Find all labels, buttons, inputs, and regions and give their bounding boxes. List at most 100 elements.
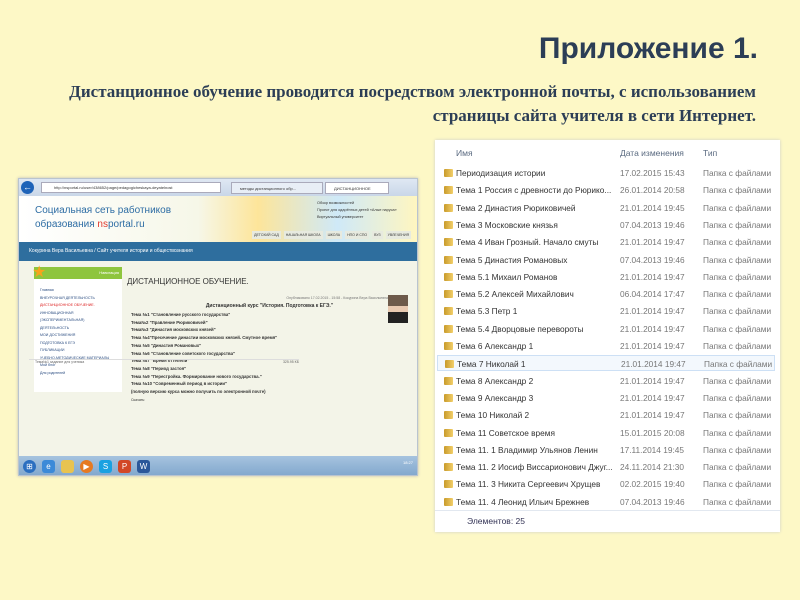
topic-item: Тема№3 "Династия московских князей": [131, 327, 216, 333]
folder-row[interactable]: Тема 4 Иван Грозный. Начало смуты 21.01.2…: [437, 234, 775, 250]
folder-icon: [444, 255, 453, 264]
column-name[interactable]: Имя: [456, 148, 473, 158]
topic-item: Тема №9 "Перестройка. Формирование новог…: [131, 373, 262, 379]
column-headers: Имя Дата изменения Тип: [435, 140, 780, 162]
banner-link[interactable]: Проект для одарённых детей «Алые паруса»: [317, 208, 397, 212]
folder-date: 17.11.2014 19:45: [620, 444, 684, 455]
browser-tab-active[interactable]: ДИСТАНЦИОННОЕ ОБУЧЕ...: [325, 182, 389, 202]
topic-item: Тема №10 "Современный период в истории": [131, 381, 228, 387]
column-type[interactable]: Тип: [703, 148, 717, 158]
folder-icon: [444, 376, 453, 385]
folder-row[interactable]: Тема 11 Советское время 15.01.2015 20:08 П…: [437, 425, 775, 441]
folder-row[interactable]: Тема 11. 1 Владимир Ульянов Ленин 17.11.2…: [437, 442, 775, 458]
media-player-icon[interactable]: ▶: [80, 460, 93, 473]
folder-row[interactable]: Тема 5.2 Алексей Михайлович 06.04.2014 17…: [437, 286, 775, 302]
folder-icon: [444, 324, 453, 333]
folder-date: 26.01.2014 20:58: [620, 185, 685, 196]
page-heading: ДИСТАНЦИОННОЕ ОБУЧЕНИЕ.: [127, 277, 249, 286]
nav-item[interactable]: ДЕЯТЕЛЬНОСТЬ: [40, 325, 122, 333]
folder-icon: [444, 480, 453, 489]
folder-type: Папка с файлами: [703, 271, 772, 282]
skype-icon[interactable]: S: [99, 460, 112, 473]
column-date[interactable]: Дата изменения: [620, 148, 684, 158]
banner-link[interactable]: Виртуальный университет: [317, 215, 363, 219]
folder-type: Папка с файлами: [703, 462, 772, 473]
nav-item[interactable]: Главная: [40, 287, 122, 295]
folder-type: Папка с файлами: [703, 168, 772, 178]
nav-item[interactable]: ВНЕУРОЧНАЯ ДЕЯТЕЛЬНОСТЬ: [40, 295, 122, 303]
folder-type: Папка с файлами: [703, 341, 772, 351]
folder-type: Папка с файлами: [703, 185, 772, 196]
folder-row[interactable]: Тема 5 Династия Романовых 07.04.2013 19:4…: [437, 252, 775, 268]
site-logo[interactable]: Социальная сеть работников образования ns…: [35, 204, 171, 232]
folder-row[interactable]: Периодизация истории 17.02.2015 15:43 Папк…: [437, 165, 775, 181]
folder-row[interactable]: Тема 11. 4 Леонид Ильич Брежнев 07.04.201…: [437, 494, 775, 510]
back-arrow-icon[interactable]: ←: [21, 181, 34, 194]
item-count: Элементов: 25: [435, 510, 780, 532]
folder-icon[interactable]: [61, 460, 74, 473]
address-bar[interactable]: http://nsportal.ru/user/438652/page/peda…: [41, 182, 221, 193]
folder-row[interactable]: Тема 11. 2 Иосиф Виссарионович Джуг... 24…: [437, 459, 775, 475]
folder-row[interactable]: Тема 3 Московские князья 07.04.2013 19:46…: [437, 217, 775, 233]
folder-row[interactable]: Тема 9 Александр 3 21.01.2014 19:47 Папка …: [437, 390, 775, 406]
folder-row[interactable]: Тема 6 Александр 1 21.01.2014 19:47 Папка …: [437, 338, 775, 354]
folder-type: Папка с файлами: [703, 392, 772, 403]
menu-item[interactable]: ВУЗ: [372, 231, 383, 239]
folder-date: 21.01.2014 19:47: [620, 375, 685, 386]
download-label: Скачать:: [131, 397, 146, 402]
folder-row[interactable]: Тема 5.1 Михаил Романов 21.01.2014 19:47 П…: [437, 269, 775, 285]
folder-row[interactable]: Тема 1 Россия с древности до Рюрико... 26…: [437, 182, 775, 198]
folder-type: Папка с файлами: [703, 254, 772, 265]
folder-name: Тема 5.4 Дворцовые перевороты: [456, 323, 584, 334]
folder-icon: [444, 220, 453, 229]
site-menu: ДЕТСКИЙ САД НАЧАЛЬНАЯ ШКОЛА ШКОЛА НПО И …: [252, 231, 411, 239]
folder-type: Папка с файлами: [703, 237, 772, 248]
folder-icon: [445, 360, 454, 369]
folder-icon: [444, 203, 453, 212]
folder-row[interactable]: Тема 5.4 Дворцовые перевороты 21.01.2014 …: [437, 321, 775, 337]
powerpoint-icon[interactable]: P: [118, 460, 131, 473]
folder-row[interactable]: Тема 11. 3 Никита Сергеевич Хрущев 02.02.…: [437, 476, 775, 492]
menu-item[interactable]: УВЛЕЧЕНИЯ: [385, 231, 411, 239]
file-attachment[interactable]: Тема№1 задание для ученика 325.95 КБ: [29, 359, 299, 364]
folder-type: Папка с файлами: [703, 479, 772, 490]
menu-item[interactable]: НПО И СПО: [345, 231, 370, 239]
clock: 18:27: [402, 460, 413, 465]
folder-name: Тема 6 Александр 1: [456, 341, 534, 351]
folder-row[interactable]: Тема 7 Николай 1 21.01.2014 19:47 Папка с …: [437, 355, 775, 372]
folder-icon: [444, 428, 453, 437]
site-title: Кокурина Вера Васильевна / Сайт учителя …: [19, 242, 417, 261]
folder-row[interactable]: Тема 10 Николай 2 21.01.2014 19:47 Папка с…: [437, 407, 775, 423]
folder-row[interactable]: Тема 5.3 Петр 1 21.01.2014 19:47 Папка с ф…: [437, 303, 775, 319]
taskbar: ⊞ e ▶ S P W 18:27: [19, 456, 417, 475]
nav-item[interactable]: МОИ ДОСТИЖЕНИЯ: [40, 332, 122, 340]
nav-item[interactable]: Для родителей: [40, 370, 122, 378]
folder-row[interactable]: Тема 8 Александр 2 21.01.2014 19:47 Папка …: [437, 373, 775, 389]
banner-link[interactable]: Обзор возможностей: [317, 201, 354, 205]
nav-item[interactable]: ПОДГОТОВКА К ЕГЭ: [40, 340, 122, 348]
topic-item: Тема №4"Пресечение династии московских к…: [131, 335, 278, 341]
menu-item[interactable]: ДЕТСКИЙ САД: [252, 231, 281, 239]
menu-item[interactable]: НАЧАЛЬНАЯ ШКОЛА: [283, 231, 323, 239]
folder-name: Периодизация истории: [456, 168, 546, 178]
browser-tab[interactable]: методы дистанционного обр...: [231, 182, 323, 194]
slide-title: Приложение 1.: [538, 32, 758, 65]
folder-icon: [444, 393, 453, 402]
nav-item[interactable]: ПУБЛИКАЦИИ: [40, 347, 122, 355]
folder-row[interactable]: Тема 2 Династия Рюриковичей 21.01.2014 19…: [437, 200, 775, 216]
nav-item[interactable]: ИННОВАЦИОННАЯ: [40, 310, 122, 318]
folder-name: Тема 5 Династия Романовых: [456, 254, 568, 265]
file-explorer: Имя Дата изменения Тип Периодизация исто…: [435, 140, 780, 532]
folder-type: Папка с файлами: [703, 410, 772, 421]
start-icon[interactable]: ⊞: [23, 460, 36, 473]
menu-item[interactable]: ШКОЛА: [325, 231, 343, 239]
folder-name: Тема 8 Александр 2: [456, 375, 534, 386]
ie-icon[interactable]: e: [42, 460, 55, 473]
folder-date: 17.02.2015 15:43: [620, 168, 685, 178]
nav-item[interactable]: (ЭКСПЕРИМЕНТАЛЬНАЯ): [40, 317, 122, 325]
course-title: Дистанционный курс "История. Подготовка …: [205, 303, 334, 309]
word-icon[interactable]: W: [137, 460, 150, 473]
folder-date: 07.04.2013 19:46: [620, 219, 685, 230]
folder-date: 21.01.2014 19:47: [620, 341, 685, 351]
nav-item[interactable]: ДИСТАНЦИОННОЕ ОБУЧЕНИЕ.: [40, 302, 122, 310]
